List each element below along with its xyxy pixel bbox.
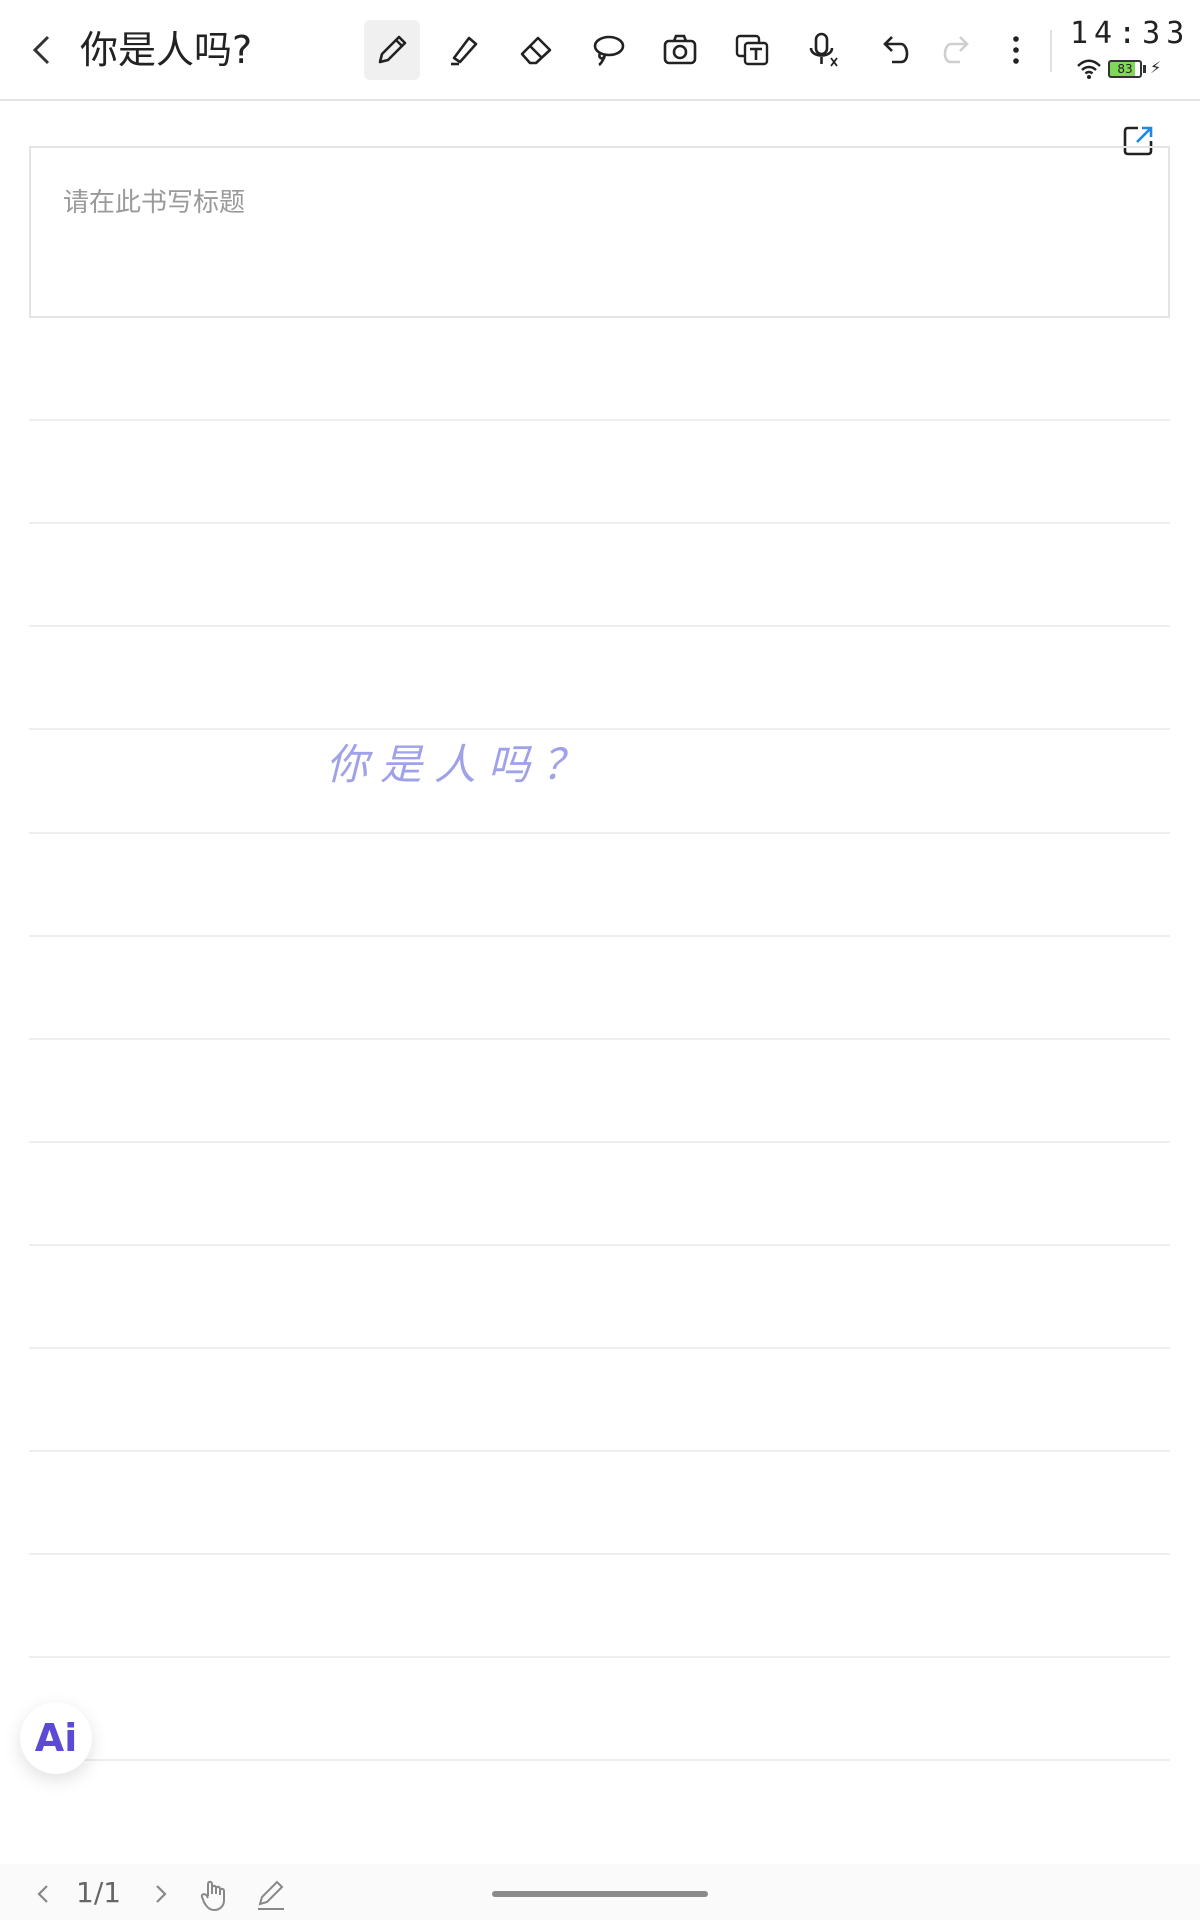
ruled-line bbox=[29, 1656, 1170, 1658]
chevron-right-icon bbox=[156, 1885, 167, 1903]
next-page-button[interactable] bbox=[146, 1874, 176, 1914]
ruled-line bbox=[29, 419, 1170, 421]
ai-assistant-button[interactable]: Ai bbox=[20, 1702, 92, 1774]
ruled-line bbox=[29, 1759, 1170, 1761]
home-indicator[interactable] bbox=[492, 1891, 708, 1897]
ruled-line bbox=[29, 1450, 1170, 1452]
ruled-line bbox=[29, 1244, 1170, 1246]
hand-icon[interactable] bbox=[198, 1876, 232, 1912]
chevron-left-icon bbox=[37, 1885, 48, 1903]
handwriting-pen-icon[interactable] bbox=[254, 1876, 288, 1912]
ruled-line bbox=[29, 1038, 1170, 1040]
handwritten-text: 你是人吗？ bbox=[326, 740, 597, 789]
ruled-line bbox=[29, 1347, 1170, 1349]
ruled-line bbox=[29, 625, 1170, 627]
ruled-line bbox=[29, 832, 1170, 834]
ruled-line bbox=[29, 1553, 1170, 1555]
ruled-paper[interactable] bbox=[29, 0, 1170, 1920]
previous-page-button[interactable] bbox=[28, 1874, 58, 1914]
ruled-line bbox=[29, 522, 1170, 524]
ruled-line bbox=[29, 935, 1170, 937]
ruled-line bbox=[29, 1141, 1170, 1143]
page-indicator: 1/1 bbox=[76, 1876, 122, 1909]
ruled-line bbox=[29, 728, 1170, 730]
